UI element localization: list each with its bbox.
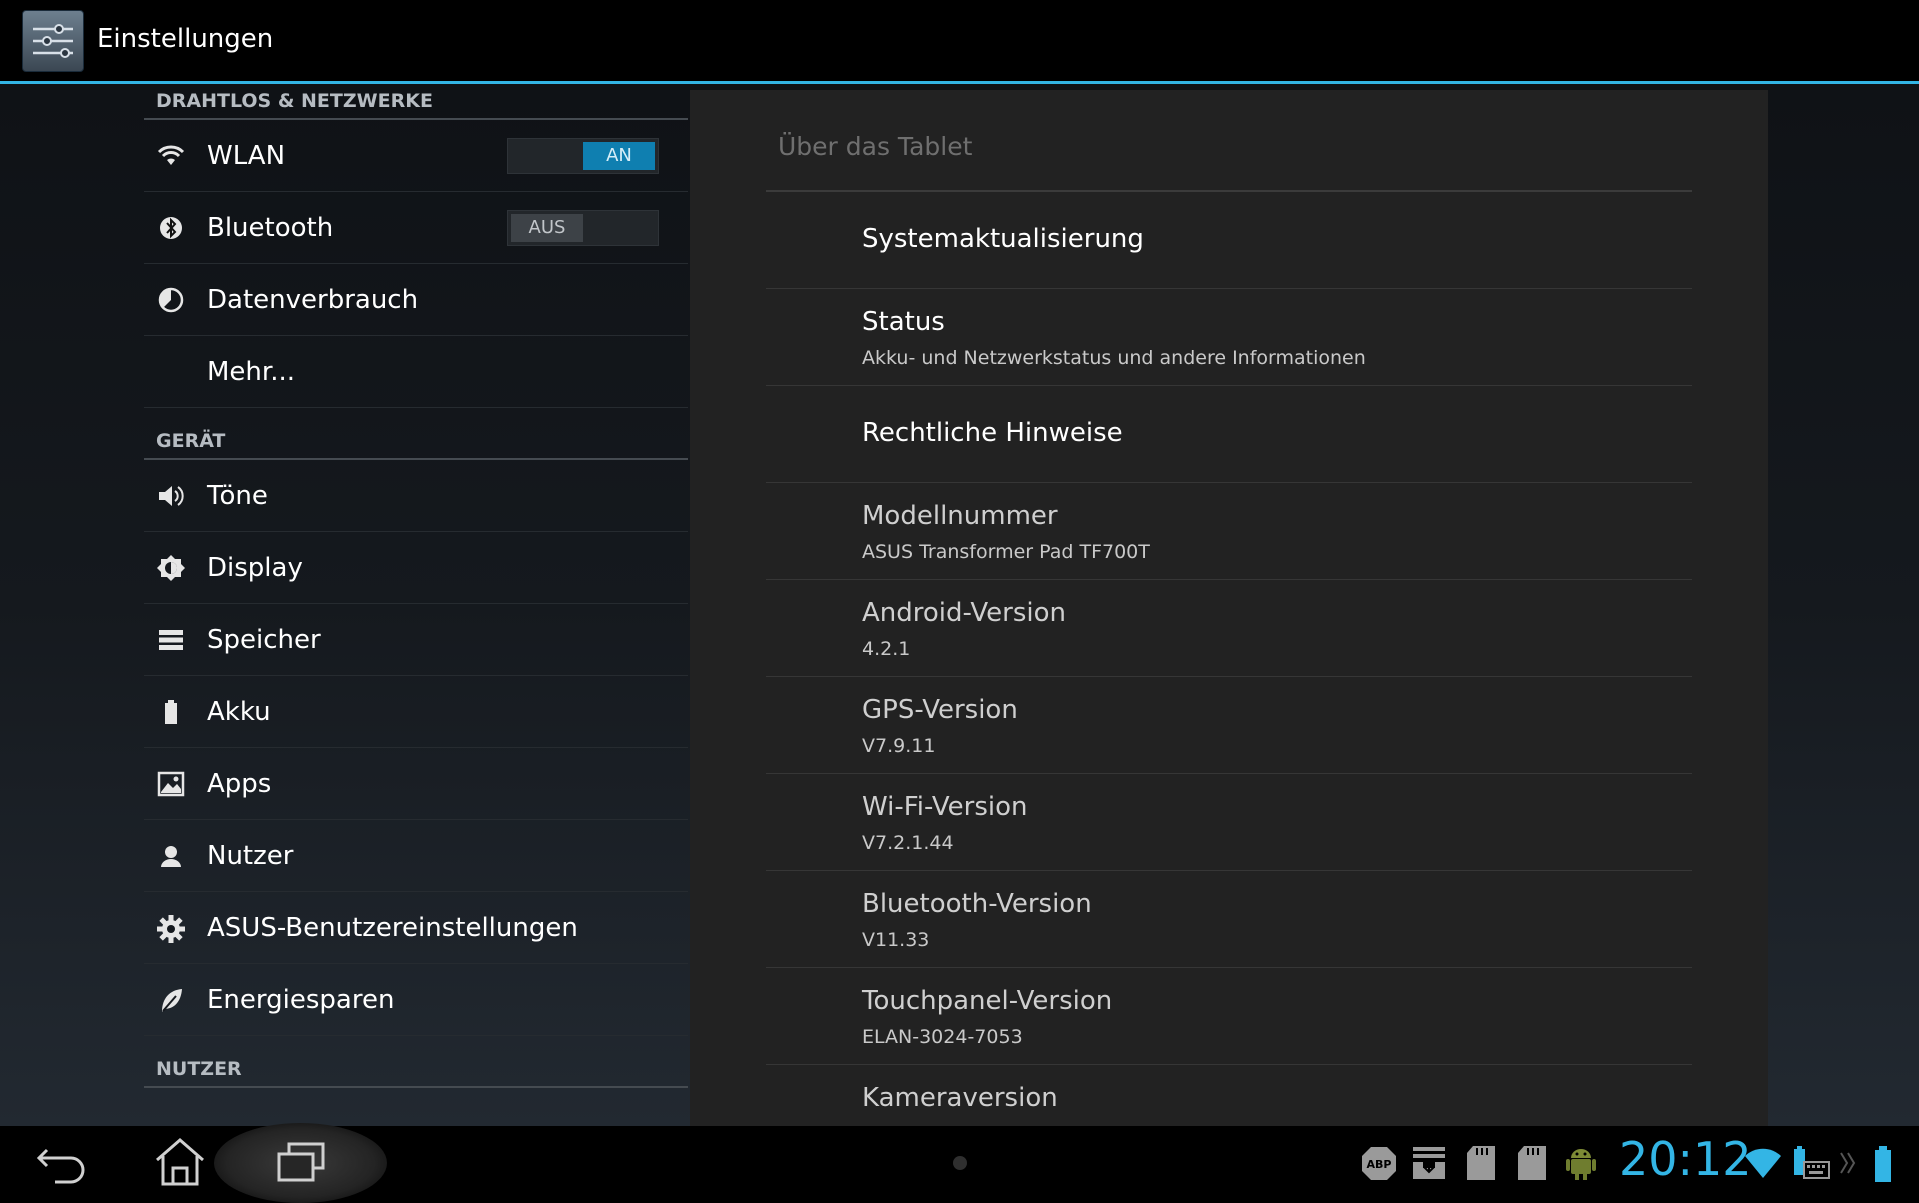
settings-item-display[interactable]: Display [144, 532, 688, 604]
about-item-summary: V11.33 [862, 929, 930, 951]
android-icon[interactable] [1563, 1144, 1599, 1182]
bluetooth-icon [156, 214, 186, 242]
about-item-system-update[interactable]: Systemaktualisierung [766, 192, 1692, 289]
user-icon [156, 842, 186, 870]
settings-item-label: Nutzer [207, 841, 294, 871]
gear-icon [156, 914, 186, 943]
settings-content: DRAHTLOS & NETZWERKE WLAN AN Bluetooth A… [0, 84, 1919, 1126]
about-item-summary: V7.9.11 [862, 735, 936, 757]
about-item-summary: 4.2.1 [862, 638, 911, 660]
about-item-title: Systemaktualisierung [862, 224, 1144, 254]
about-item-title: Modellnummer [862, 501, 1058, 531]
settings-item-label: WLAN [207, 141, 286, 171]
wifi-icon [156, 142, 186, 170]
about-item-model-number: Modellnummer ASUS Transformer Pad TF700T [766, 483, 1692, 580]
storage-icon [156, 626, 186, 654]
about-tablet-panel: Über das Tablet Systemaktualisierung Sta… [690, 90, 1768, 1126]
about-item-gps-version: GPS-Version V7.9.11 [766, 677, 1692, 774]
settings-item-data-usage[interactable]: Datenverbrauch [144, 264, 688, 336]
settings-item-label: Mehr... [207, 357, 296, 387]
panel-title-text: Über das Tablet [778, 132, 973, 161]
settings-sliders-icon[interactable] [22, 10, 84, 72]
page-indicator [953, 1156, 967, 1170]
battery-icon [156, 698, 186, 726]
about-item-title: Rechtliche Hinweise [862, 418, 1123, 448]
settings-item-apps[interactable]: Apps [144, 748, 688, 820]
section-header-device: GERÄT [144, 424, 688, 460]
about-item-legal[interactable]: Rechtliche Hinweise [766, 386, 1692, 483]
about-item-wifi-version: Wi-Fi-Version V7.2.1.44 [766, 774, 1692, 871]
settings-item-power-saving[interactable]: Energiesparen [144, 964, 688, 1036]
about-item-summary: ELAN-3024-7053 [862, 1026, 1023, 1048]
recents-icon[interactable] [265, 1136, 335, 1190]
chevron-right-icon[interactable] [1838, 1148, 1858, 1186]
settings-item-battery[interactable]: Akku [144, 676, 688, 748]
wifi-signal-icon[interactable] [1743, 1142, 1783, 1180]
settings-item-label: Display [207, 553, 303, 583]
sd-card-icon[interactable] [1514, 1144, 1550, 1182]
back-icon[interactable] [27, 1136, 97, 1190]
settings-categories-list[interactable]: DRAHTLOS & NETZWERKE WLAN AN Bluetooth A… [144, 84, 688, 1126]
section-header-personal: NUTZER [144, 1052, 688, 1088]
data-usage-icon [156, 286, 186, 314]
about-item-summary: Akku- und Netzwerkstatus und andere Info… [862, 347, 1366, 369]
settings-item-more[interactable]: Mehr... [144, 336, 688, 408]
download-icon[interactable] [1410, 1144, 1448, 1182]
svg-text:ABP: ABP [1367, 1158, 1392, 1171]
system-bar: ABP 20:12 [0, 1123, 1919, 1203]
settings-item-users[interactable]: Nutzer [144, 820, 688, 892]
settings-item-wlan[interactable]: WLAN AN [144, 120, 688, 192]
sd-card-icon[interactable] [1463, 1144, 1499, 1182]
wlan-toggle[interactable]: AN [507, 138, 659, 174]
settings-item-label: Energiesparen [207, 985, 395, 1015]
battery-icon[interactable] [1870, 1144, 1896, 1182]
action-bar: Einstellungen [0, 0, 1919, 84]
about-tablet-list[interactable]: Über das Tablet Systemaktualisierung Sta… [766, 90, 1692, 1126]
leaf-icon [156, 986, 186, 1014]
about-item-title: Android-Version [862, 598, 1066, 628]
about-item-touchpanel-version: Touchpanel-Version ELAN-3024-7053 [766, 968, 1692, 1065]
about-item-bluetooth-version: Bluetooth-Version V11.33 [766, 871, 1692, 968]
about-item-summary: V7.2.1.44 [862, 832, 954, 854]
apps-icon [156, 770, 186, 798]
display-icon [156, 554, 186, 582]
about-item-summary: ASUS Transformer Pad TF700T [862, 541, 1150, 563]
section-header-wireless: DRAHTLOS & NETZWERKE [144, 84, 688, 120]
about-item-title: Kameraversion [862, 1083, 1058, 1113]
panel-title: Über das Tablet [766, 90, 1692, 192]
settings-item-storage[interactable]: Speicher [144, 604, 688, 676]
about-item-status[interactable]: Status Akku- und Netzwerkstatus und ande… [766, 289, 1692, 386]
about-item-camera-version: Kameraversion [766, 1065, 1692, 1126]
about-item-title: Wi-Fi-Version [862, 792, 1028, 822]
toggle-state: AUS [511, 214, 583, 242]
about-item-title: Status [862, 307, 945, 337]
settings-item-asus[interactable]: ASUS-Benutzereinstellungen [144, 892, 688, 964]
home-icon[interactable] [145, 1136, 215, 1190]
app-title: Einstellungen [97, 24, 274, 54]
settings-item-label: Apps [207, 769, 272, 799]
settings-item-bluetooth[interactable]: Bluetooth AUS [144, 192, 688, 264]
bluetooth-toggle[interactable]: AUS [507, 210, 659, 246]
keyboard-battery-icon[interactable] [1791, 1144, 1831, 1182]
settings-item-label: Töne [207, 481, 268, 511]
about-item-android-version[interactable]: Android-Version 4.2.1 [766, 580, 1692, 677]
sound-icon [156, 482, 186, 510]
settings-item-label: Speicher [207, 625, 321, 655]
about-item-title: GPS-Version [862, 695, 1018, 725]
settings-item-label: Akku [207, 697, 271, 727]
about-item-title: Touchpanel-Version [862, 986, 1113, 1016]
settings-item-label: Bluetooth [207, 213, 334, 243]
status-clock[interactable]: 20:12 [1619, 1132, 1752, 1186]
settings-item-sound[interactable]: Töne [144, 460, 688, 532]
toggle-state: AN [583, 142, 655, 170]
settings-item-label: Datenverbrauch [207, 285, 419, 315]
adblock-icon[interactable]: ABP [1360, 1144, 1398, 1182]
about-item-title: Bluetooth-Version [862, 889, 1092, 919]
settings-item-label: ASUS-Benutzereinstellungen [207, 913, 578, 943]
